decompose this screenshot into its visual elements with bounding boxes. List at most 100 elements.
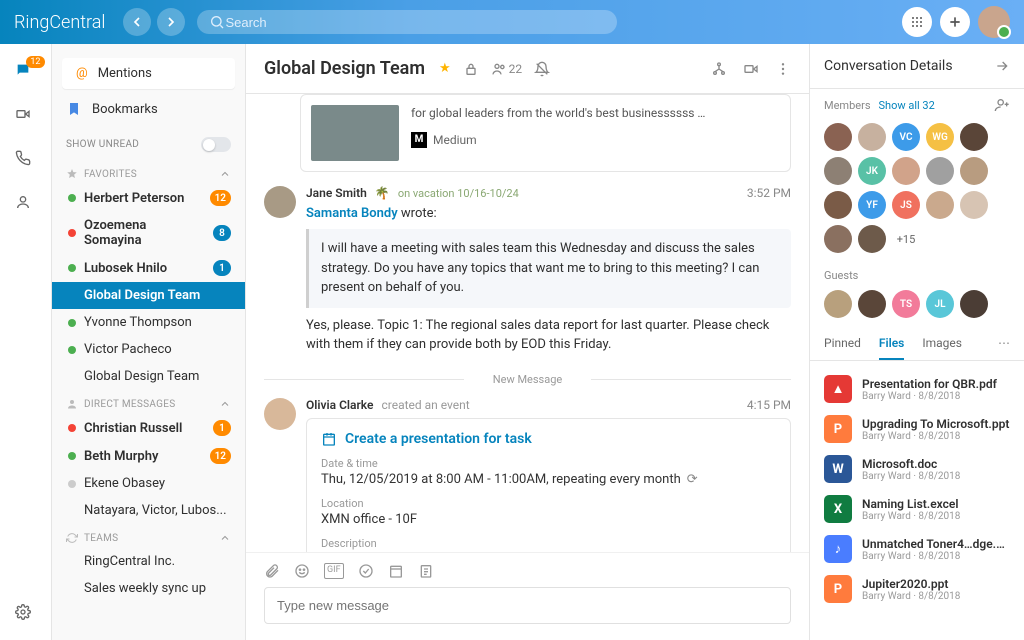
rail-contacts-button[interactable] [15,194,37,216]
link-preview-card[interactable]: for global leaders from the world's best… [300,94,791,172]
member-avatar[interactable] [926,157,954,185]
dm-header[interactable]: DIRECT MESSAGES [52,390,245,414]
sender-avatar[interactable] [264,398,296,430]
member-avatar[interactable] [824,290,852,318]
nav-item[interactable]: Natayara, Victor, Lubos... [52,497,245,524]
tab-files[interactable]: Files [879,336,904,360]
file-type-icon: W [824,455,852,483]
member-avatar[interactable]: VC [892,123,920,151]
sender-name[interactable]: Jane Smith [306,186,367,200]
teams-header[interactable]: TEAMS [52,524,245,548]
task-icon[interactable] [358,563,374,579]
file-type-icon: ♪ [824,535,852,563]
rail-settings-button[interactable] [15,604,37,626]
mention-name[interactable]: Samanta Bondy [306,206,398,221]
member-avatar[interactable] [858,123,886,151]
more-vert-icon[interactable] [775,61,791,77]
note-icon[interactable] [418,563,434,579]
nav-item[interactable]: RingCentral Inc. [52,548,245,575]
search-bar[interactable] [197,10,617,34]
medium-logo-icon: M [411,132,427,148]
nav-item[interactable]: Beth Murphy12 [52,442,245,470]
member-avatar[interactable]: JS [892,191,920,219]
nav-item[interactable]: Global Design Team [52,363,245,390]
nav-item[interactable]: Global Design Team [52,282,245,309]
nav-item[interactable]: Sales weekly sync up [52,575,245,602]
member-avatar[interactable] [824,123,852,151]
member-avatar[interactable] [824,191,852,219]
file-row[interactable]: WMicrosoft.docBarry Ward · 8/8/2018 [818,449,1016,489]
favorites-header[interactable]: FAVORITES [52,160,245,184]
member-avatar[interactable]: JL [926,290,954,318]
gif-icon[interactable]: GIF [324,563,344,579]
file-row[interactable]: PJupiter2020.pptBarry Ward · 8/8/2018 [818,569,1016,609]
rail-video-button[interactable] [15,106,37,128]
file-row[interactable]: ♪Unmatched Toner4…dge.mp4Barry Ward · 8/… [818,529,1016,569]
video-call-icon[interactable] [743,61,759,77]
member-avatar-grid: VCWG JK YFJS +15 [810,119,1024,263]
member-avatar[interactable] [858,290,886,318]
presence-dot [68,346,76,354]
member-avatar[interactable] [926,191,954,219]
org-icon[interactable] [711,61,727,77]
more-horiz-icon[interactable]: ⋯ [998,336,1010,360]
bell-off-icon[interactable] [534,61,550,77]
left-nav: @Mentions Bookmarks SHOW UNREAD FAVORITE… [52,44,246,640]
nav-item[interactable]: Herbert Peterson12 [52,184,245,212]
calendar-icon[interactable] [388,563,404,579]
nav-item[interactable]: Ozoemena Somayina8 [52,212,245,254]
details-tabs: Pinned Files Images ⋯ [810,328,1024,361]
member-count[interactable]: 22 [491,61,523,77]
nav-forward-button[interactable] [157,8,185,36]
file-row[interactable]: XNaming List.excelBarry Ward · 8/8/2018 [818,489,1016,529]
search-input[interactable] [225,15,605,30]
member-avatar[interactable]: TS [892,290,920,318]
member-avatar[interactable] [960,123,988,151]
member-avatar[interactable]: WG [926,123,954,151]
phone-icon [15,150,31,166]
bookmarks-button[interactable]: Bookmarks [52,93,245,125]
member-avatar[interactable] [824,157,852,185]
show-all-link[interactable]: Show all 32 [879,99,935,112]
sender-name[interactable]: Olivia Clarke [306,398,373,412]
member-avatar[interactable] [858,225,886,253]
member-avatar[interactable] [960,290,988,318]
emoji-icon[interactable] [294,563,310,579]
message-text: Yes, please. Topic 1: The regional sales… [306,316,791,355]
people-icon [491,61,507,77]
file-meta: Barry Ward · 8/8/2018 [862,551,1010,562]
tab-pinned[interactable]: Pinned [824,336,861,360]
overflow-count[interactable]: +15 [892,225,920,253]
nav-item[interactable]: Ekene Obasey [52,470,245,497]
rail-phone-button[interactable] [15,150,37,172]
sender-avatar[interactable] [264,186,296,218]
show-unread-toggle[interactable] [201,137,231,152]
message-input[interactable] [264,587,791,624]
member-avatar[interactable]: YF [858,191,886,219]
member-avatar[interactable]: JK [858,157,886,185]
mentions-button[interactable]: @Mentions [62,58,235,89]
rail-chat-button[interactable]: 12 [15,62,37,84]
add-member-icon[interactable] [994,97,1010,113]
file-row[interactable]: PUpgrading To Microsoft.pptBarry Ward · … [818,409,1016,449]
profile-avatar[interactable] [978,6,1010,38]
tab-images[interactable]: Images [922,336,962,360]
collapse-panel-icon[interactable] [994,58,1010,74]
member-avatar[interactable] [960,157,988,185]
new-action-button[interactable] [940,7,970,37]
member-avatar[interactable] [824,225,852,253]
nav-item[interactable]: Lubosek Hnilo1 [52,254,245,282]
top-bar: RingCentral [0,0,1024,44]
nav-item[interactable]: Victor Pacheco [52,336,245,363]
file-name: Naming List.excel [862,497,1010,511]
member-avatar[interactable] [960,191,988,219]
nav-back-button[interactable] [123,8,151,36]
event-card[interactable]: Create a presentation for task Date & ti… [306,418,791,553]
nav-item[interactable]: Christian Russell1 [52,414,245,442]
dialpad-button[interactable] [902,7,932,37]
member-avatar[interactable] [892,157,920,185]
file-row[interactable]: ▲Presentation for QBR.pdfBarry Ward · 8/… [818,369,1016,409]
attach-icon[interactable] [264,563,280,579]
favorite-star-icon[interactable]: ★ [439,61,451,76]
nav-item[interactable]: Yvonne Thompson [52,309,245,336]
